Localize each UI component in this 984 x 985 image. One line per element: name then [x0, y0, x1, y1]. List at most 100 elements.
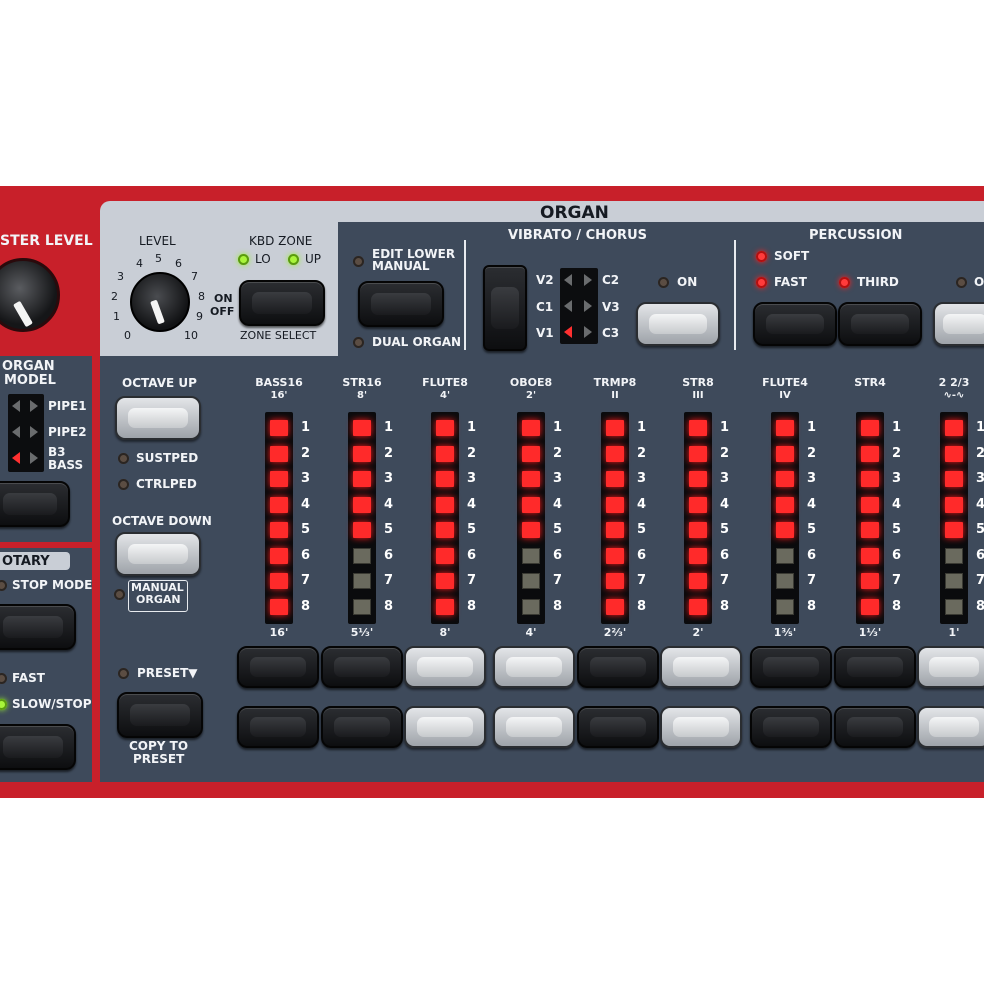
drawbar-led-segment [522, 471, 540, 487]
stop-mode-label: STOP MODE [12, 578, 93, 592]
drawbar-led-column: 1 2 3 4 5 6 7 8 [431, 412, 476, 624]
octave-up-label: OCTAVE UP [122, 376, 197, 390]
drawbar-up-button[interactable] [577, 646, 659, 688]
drawbar-sub-label: 2' [525, 390, 537, 401]
drawbar-level-number: 7 [976, 573, 984, 588]
drawbar-level-number: 5 [720, 522, 730, 537]
drawbar-led-segment [861, 522, 879, 538]
drawbar-sub-label: II [611, 390, 619, 401]
percussion-soft-fast-button[interactable] [753, 302, 837, 346]
drawbar-up-button[interactable] [917, 646, 984, 688]
drawbar-led-segment [522, 496, 540, 513]
drawbar-level-number: 8 [720, 598, 730, 614]
drawbar-up-button[interactable] [237, 646, 319, 688]
drawbar-level-number: 7 [553, 573, 563, 588]
drawbar-led-segment [606, 598, 624, 615]
drawbar-led-segment [861, 445, 879, 462]
level-scale-9: 9 [196, 310, 203, 323]
drawbar-led-segment [353, 496, 371, 513]
preset-button[interactable] [117, 692, 203, 738]
drawbar-level-number: 1 [807, 420, 817, 435]
drawbar-up-button[interactable] [493, 646, 575, 688]
indicator-arrow-icon [584, 326, 592, 338]
drawbar-led-segment [270, 496, 288, 513]
drawbar-level-number: 4 [467, 496, 477, 512]
drawbar-down-button[interactable] [917, 706, 984, 748]
drawbar-led-segment [776, 471, 794, 487]
drawbar-down-button[interactable] [750, 706, 832, 748]
drawbar-down-button[interactable] [237, 706, 319, 748]
drawbar-led-segment [776, 522, 794, 538]
indicator-arrow-icon [12, 426, 20, 438]
vibrato-select-button[interactable] [483, 265, 527, 351]
octave-up-button[interactable] [115, 396, 201, 440]
zone-select-button[interactable] [239, 280, 325, 326]
level-label: LEVEL [139, 234, 176, 248]
drawbar-led-column: 1 2 3 4 5 6 7 8 [265, 412, 310, 624]
zone-select-label: ZONE SELECT [240, 329, 317, 342]
drawbar-level-number: 8 [553, 598, 563, 614]
drawbar-sub-label: 8' [356, 390, 368, 401]
drawbar-level-number: 6 [553, 547, 563, 563]
drawbar-level-number: 5 [301, 522, 311, 537]
drawbar-level-number: 1 [720, 420, 730, 435]
drawbar-level-number: 8 [807, 598, 817, 614]
drawbar-down-button[interactable] [321, 706, 403, 748]
drawbar-led-segment [270, 445, 288, 462]
drawbar-level-number: 8 [467, 598, 477, 614]
organ-model-button[interactable] [0, 481, 70, 527]
drawbar-led-segment [861, 598, 879, 615]
drawbar-level-number: 6 [384, 547, 394, 563]
organ-level-knob[interactable] [130, 272, 190, 332]
vibrato-chorus-title: VIBRATO / CHORUS [508, 228, 647, 243]
drawbar-led-segment [945, 547, 963, 564]
drawbar-level-number: 5 [976, 522, 984, 537]
drawbar-level-number: 7 [892, 573, 902, 588]
edit-lower-manual-led [353, 256, 364, 267]
drawbar-up-button[interactable] [834, 646, 916, 688]
drawbar-level-number: 3 [553, 471, 563, 486]
drawbar-led-segment [353, 471, 371, 487]
drawbar-level-number: 6 [892, 547, 902, 563]
drawbar-down-button[interactable] [404, 706, 486, 748]
drawbar-down-button[interactable] [493, 706, 575, 748]
drawbar-led-segment [689, 471, 707, 487]
drawbar-led-segment [945, 598, 963, 615]
drawbar-down-button[interactable] [660, 706, 742, 748]
drawbar-up-button[interactable] [321, 646, 403, 688]
drawbar-down-button[interactable] [577, 706, 659, 748]
percussion-on-button[interactable] [933, 302, 984, 346]
percussion-third-button[interactable] [838, 302, 922, 346]
drawbar-level-number: 1 [976, 420, 984, 435]
drawbar-led-segment [522, 573, 540, 589]
bass-label: BASS [48, 458, 84, 472]
drawbar-led-segment [861, 471, 879, 487]
level-scale-1: 1 [113, 310, 120, 323]
drawbar-sub-label: ∿-∿ [943, 390, 965, 401]
c1-label: C1 [536, 300, 554, 314]
drawbar-up-button[interactable] [750, 646, 832, 688]
drawbar-led-segment [270, 598, 288, 615]
vibrato-on-label: ON [677, 275, 698, 289]
drawbar-led-column: 1 2 3 4 5 6 7 8 [771, 412, 816, 624]
drawbar-level-number: 2 [976, 445, 984, 461]
drawbar-led-segment [436, 420, 454, 436]
dual-organ-label: DUAL ORGAN [372, 335, 462, 349]
drawbar-up-button[interactable] [660, 646, 742, 688]
vibrato-on-button[interactable] [636, 302, 720, 346]
edit-lower-manual-button[interactable] [358, 281, 444, 327]
octave-down-button[interactable] [115, 532, 201, 576]
drawbar-level-number: 3 [637, 471, 647, 486]
indicator-arrow-icon [584, 274, 592, 286]
rotary-speed-button[interactable] [0, 724, 76, 770]
stop-mode-button[interactable] [0, 604, 76, 650]
drawbar-led-segment [776, 547, 794, 564]
drawbar-up-button[interactable] [404, 646, 486, 688]
drawbar-name: TRMP8 [593, 376, 637, 389]
drawbar-level-number: 1 [553, 420, 563, 435]
drawbar-name: FLUTE8 [422, 376, 468, 389]
drawbar-down-button[interactable] [834, 706, 916, 748]
drawbar-name: STR4 [854, 376, 886, 389]
drawbar-led-segment [436, 496, 454, 513]
drawbar-level-number: 8 [976, 598, 984, 614]
